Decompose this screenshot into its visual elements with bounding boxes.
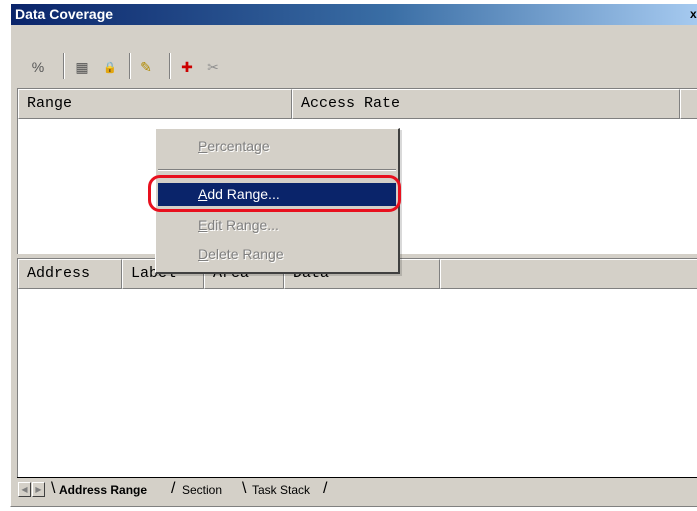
add-range-button[interactable]: ✚ bbox=[176, 56, 198, 78]
column-header-range[interactable]: Range bbox=[18, 89, 292, 119]
lock-button[interactable]: 🔒 bbox=[99, 56, 121, 78]
edit-range-icon: ✎ bbox=[140, 58, 152, 75]
menu-item-edit-range[interactable]: Edit Range... bbox=[158, 214, 396, 237]
column-header-filler bbox=[440, 259, 697, 289]
menu-separator bbox=[158, 169, 396, 171]
percentage-button[interactable]: % bbox=[27, 56, 49, 78]
tab-section[interactable]: Section bbox=[182, 481, 222, 499]
tab-address-range[interactable]: Address Range bbox=[59, 481, 147, 499]
add-range-icon: ✚ bbox=[181, 58, 193, 75]
section-grid-icon: ▦ bbox=[75, 58, 89, 75]
toolbar-separator bbox=[63, 53, 65, 79]
menu-item-delete-range[interactable]: Delete Range bbox=[158, 243, 396, 266]
tab-scroll-right-button[interactable]: ▶ bbox=[32, 482, 45, 497]
context-menu: Percentage Add Range... Edit Range... De… bbox=[155, 128, 400, 274]
address-list[interactable]: Address Label Area Data bbox=[17, 258, 697, 477]
window-title: Data Coverage bbox=[15, 6, 114, 22]
tab-strip: ◀ ▶ \ Address Range / Section \ Task Sta… bbox=[17, 477, 697, 502]
delete-range-button[interactable]: ✂ bbox=[202, 56, 224, 78]
menu-item-percentage[interactable]: Percentage bbox=[158, 135, 396, 158]
toolbar-separator bbox=[129, 53, 131, 79]
tab-scroll-left-button[interactable]: ◀ bbox=[18, 482, 31, 497]
tab-task-stack[interactable]: Task Stack bbox=[252, 481, 310, 499]
tab-divider: / bbox=[323, 480, 328, 497]
chevron-right-icon: ▶ bbox=[35, 485, 42, 494]
column-header-filler bbox=[680, 89, 697, 119]
tab-divider: \ bbox=[242, 480, 247, 497]
tab-divider: \ bbox=[51, 480, 56, 497]
edit-range-button[interactable]: ✎ bbox=[135, 56, 157, 78]
section-grid-button[interactable]: ▦ bbox=[71, 56, 93, 78]
column-header-address[interactable]: Address bbox=[18, 259, 122, 289]
chevron-left-icon: ◀ bbox=[21, 485, 28, 494]
title-bar[interactable]: Data Coverage x bbox=[11, 4, 697, 25]
percentage-icon: % bbox=[31, 59, 45, 75]
lock-icon: 🔒 bbox=[103, 61, 117, 74]
tab-divider: / bbox=[171, 480, 176, 497]
delete-range-icon: ✂ bbox=[207, 58, 219, 75]
toolbar-separator bbox=[169, 53, 171, 79]
close-icon[interactable]: x bbox=[690, 7, 697, 22]
menu-item-add-range[interactable]: Add Range... bbox=[158, 183, 396, 206]
column-header-access-rate[interactable]: Access Rate bbox=[292, 89, 680, 119]
toolbar: % ▦ 🔒 ✎ ✚ ✂ bbox=[11, 26, 697, 88]
